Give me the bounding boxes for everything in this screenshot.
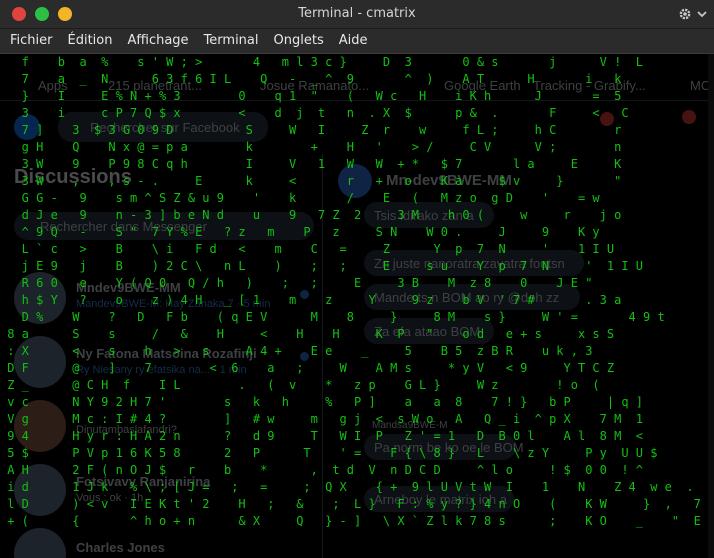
matrix-line: 8 a S s / & H < H H K P " o d e + s x s … bbox=[0, 327, 615, 341]
matrix-line: i d 1 J k % \ ; [ J = ; = ; Q X { + 9 l … bbox=[0, 480, 694, 494]
matrix-line: } I E % N + % 3 0 q 1 " ( W c H i K h J … bbox=[0, 89, 622, 103]
matrix-line: D F @ ] 7 < 6 a ; W A M s * y V < 9 Y T … bbox=[0, 361, 615, 375]
menu-affichage[interactable]: Affichage bbox=[119, 29, 195, 53]
menu-bar: Fichier Édition Affichage Terminal Onglets Ai… bbox=[0, 29, 714, 54]
matrix-line: 3 W 9 P 9 8 C q h I V 1 W W + * $ 7 l a … bbox=[0, 157, 622, 171]
matrix-line: g H Q N x @ = p a k + H ' > / C V V ; n bbox=[0, 140, 622, 154]
avatar bbox=[14, 528, 66, 558]
cmatrix-output: f b a % s ' W ; > 4 m l 3 c } D 3 0 & s … bbox=[0, 54, 701, 530]
matrix-line: ^ 9 Q - S " 7 Y % E ? z m P z S N W 0 . … bbox=[0, 225, 600, 239]
window-title: Terminal - cmatrix bbox=[298, 6, 416, 21]
matrix-line: d J e 9 n - 3 ] b e N d u 9 7 Z 2 3 M h … bbox=[0, 208, 622, 222]
menu-fichier[interactable]: Fichier bbox=[0, 29, 60, 53]
matrix-line: 5 $ P V p 1 6 K 5 8 2 P T ' = F { \ 8 } … bbox=[0, 446, 658, 460]
terminal-area[interactable]: Apps 215 planetrant... Josue Ramanato...… bbox=[0, 54, 714, 558]
matrix-line: 3 i c P 7 Q $ x < d j t n . X $ p & . F … bbox=[0, 106, 629, 120]
matrix-line: l D ) < v I E K t ' 2 H ; & ; L } F : % … bbox=[0, 497, 701, 511]
matrix-line: 7 ] 3 $ 3 G 0 9 D S W I Z r w f L ; h C … bbox=[0, 123, 622, 137]
menu-edition[interactable]: Édition bbox=[60, 29, 120, 53]
menu-onglets[interactable]: Onglets bbox=[266, 29, 331, 53]
matrix-line: L ` c > B \ i F d < m C = Z Y p 7 N ' 1 … bbox=[0, 242, 615, 256]
matrix-line: V g M c : I # 4 ? ] # w m g j < s W o A … bbox=[0, 412, 643, 426]
matrix-line: + ( { ^ h o + n & X Q } - ] \ X ` Z l k … bbox=[0, 514, 701, 528]
matrix-line: G G - 9 s m ^ S Z & u 9 ' k / E ( M z o … bbox=[0, 191, 600, 205]
menu-aide[interactable]: Aide bbox=[331, 29, 375, 53]
matrix-line: D % W ? D F b ( q E V M 8 } 8 M s } W ' … bbox=[0, 310, 665, 324]
menu-terminal[interactable]: Terminal bbox=[196, 29, 266, 53]
matrix-line: 9 4 H y r : H A 2 n ? d 9 T W I P Z ' = … bbox=[0, 429, 643, 443]
matrix-line: 7 a _ N 6 3 f 6 I L Q - _ ^ 9 ^ ) A T H … bbox=[0, 72, 622, 86]
matrix-line: h $ Y ? o z ) 4 H _ [ 1 m z Y 9 z b V ' … bbox=[0, 293, 622, 307]
matrix-line: 3 W , , s - . E k < r + o K a $ v } " bbox=[0, 174, 622, 188]
matrix-line: R 6 0 e Y ( Q 0 Q / h ) ; ; E 3 B M z 8 … bbox=[0, 276, 593, 290]
gear-icon[interactable] bbox=[678, 0, 692, 28]
matrix-line: j E 9 j B ) 2 C \ n L ) ; ; E s u Y p 7 … bbox=[0, 259, 643, 273]
matrix-line: f b a % s ' W ; > 4 m l 3 c } D 3 0 & s … bbox=[0, 55, 643, 69]
chevron-down-icon[interactable] bbox=[697, 0, 707, 28]
terminal-scrollbar[interactable] bbox=[708, 54, 714, 558]
window-titlebar[interactable]: Terminal - cmatrix bbox=[0, 0, 714, 29]
contact-name: Charles Jones bbox=[76, 540, 165, 555]
matrix-line: v c N Y 9 2 H 7 ' s k h % P ] a a 8 7 ! … bbox=[0, 395, 643, 409]
matrix-line: : X < s h > s A 4 + E e _ 5 B 5 z B R u … bbox=[0, 344, 593, 358]
matrix-line: A H 2 F ( n O J $ r b * , t d V n D C D … bbox=[0, 463, 643, 477]
matrix-line: Z _ @ C H f I L . ( v * z p G L } W z ! … bbox=[0, 378, 600, 392]
